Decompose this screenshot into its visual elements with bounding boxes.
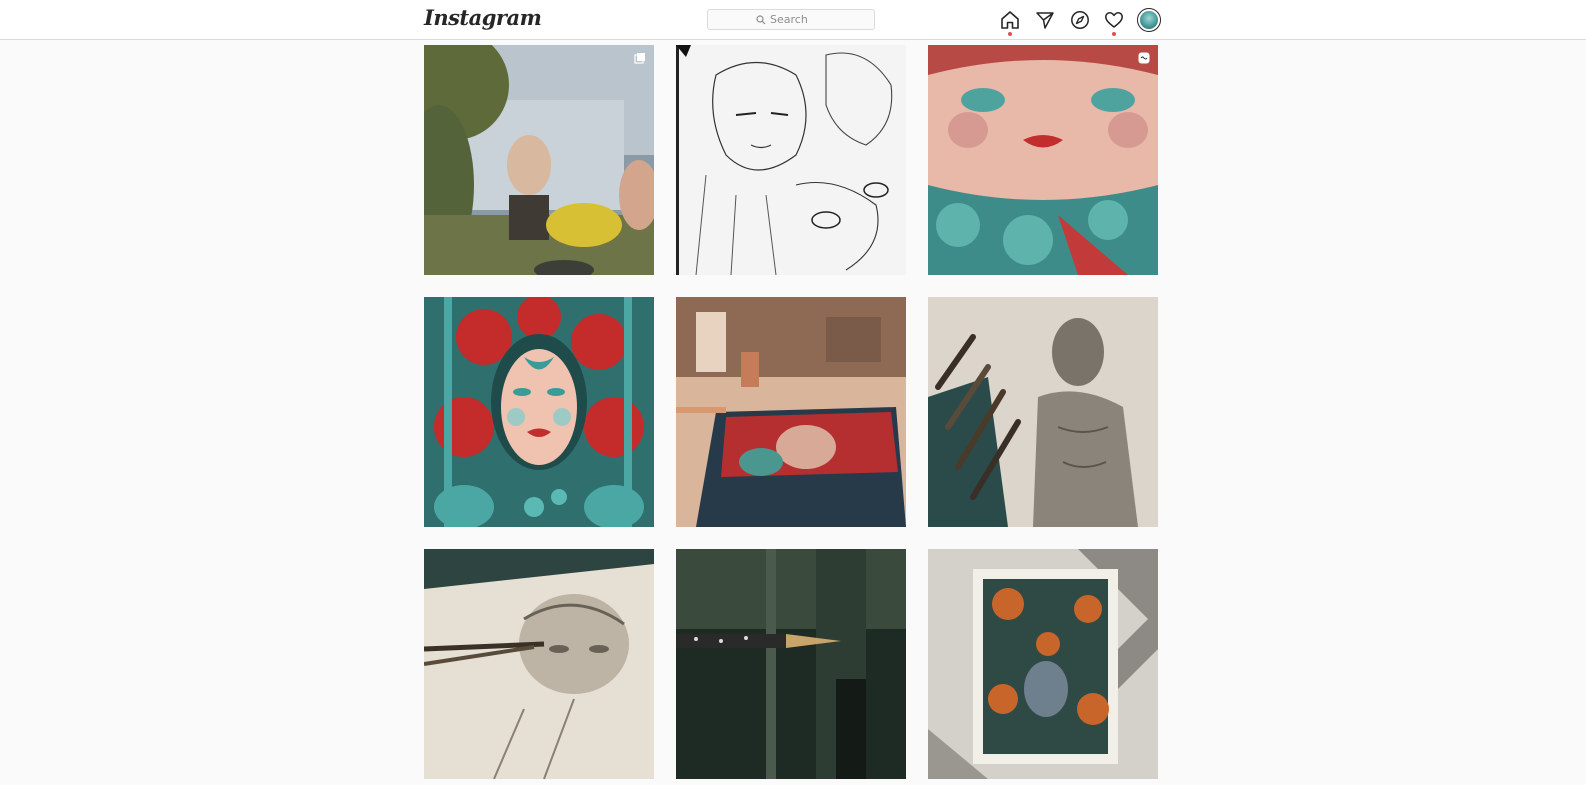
multiple-posts-icon — [634, 53, 645, 64]
top-navigation-bar: Instagram — [0, 0, 1586, 40]
home-icon — [1001, 11, 1019, 29]
reel-icon — [1138, 52, 1150, 64]
post-image-garden-family — [424, 45, 654, 275]
home-button[interactable] — [999, 9, 1021, 36]
post-image-painting-on-desk — [676, 297, 906, 527]
post-image-red-teal-face — [424, 297, 654, 527]
search-input[interactable] — [770, 13, 826, 26]
search-box[interactable] — [707, 9, 875, 30]
explore-button[interactable] — [1069, 9, 1091, 31]
explore-icon — [1071, 11, 1089, 29]
post-tile-8[interactable] — [676, 549, 906, 779]
avatar-image — [1140, 11, 1158, 29]
post-tile-3[interactable] — [928, 45, 1158, 275]
activity-icon — [1105, 12, 1123, 28]
post-tile-6[interactable] — [928, 297, 1158, 527]
post-image-pencil-tip — [676, 549, 906, 779]
post-image-pencil-face — [424, 549, 654, 779]
activity-notification-dot — [1112, 32, 1116, 36]
home-notification-dot — [1008, 32, 1012, 36]
post-tile-5[interactable] — [676, 297, 906, 527]
post-image-anime-sketch — [676, 45, 906, 275]
post-image-pencil-figure — [928, 297, 1158, 527]
post-tile-4[interactable] — [424, 297, 654, 527]
post-tile-1[interactable] — [424, 45, 654, 275]
direct-icon — [1036, 12, 1054, 29]
post-tile-9[interactable] — [928, 549, 1158, 779]
post-image-framed-painting — [928, 549, 1158, 779]
post-tile-7[interactable] — [424, 549, 654, 779]
post-tile-2[interactable] — [676, 45, 906, 275]
search-icon — [756, 14, 766, 25]
profile-avatar[interactable] — [1137, 8, 1161, 32]
direct-button[interactable] — [1034, 9, 1056, 31]
post-image-face-closeup — [928, 45, 1158, 275]
activity-button[interactable] — [1103, 9, 1125, 36]
instagram-logo[interactable]: Instagram — [424, 5, 542, 30]
